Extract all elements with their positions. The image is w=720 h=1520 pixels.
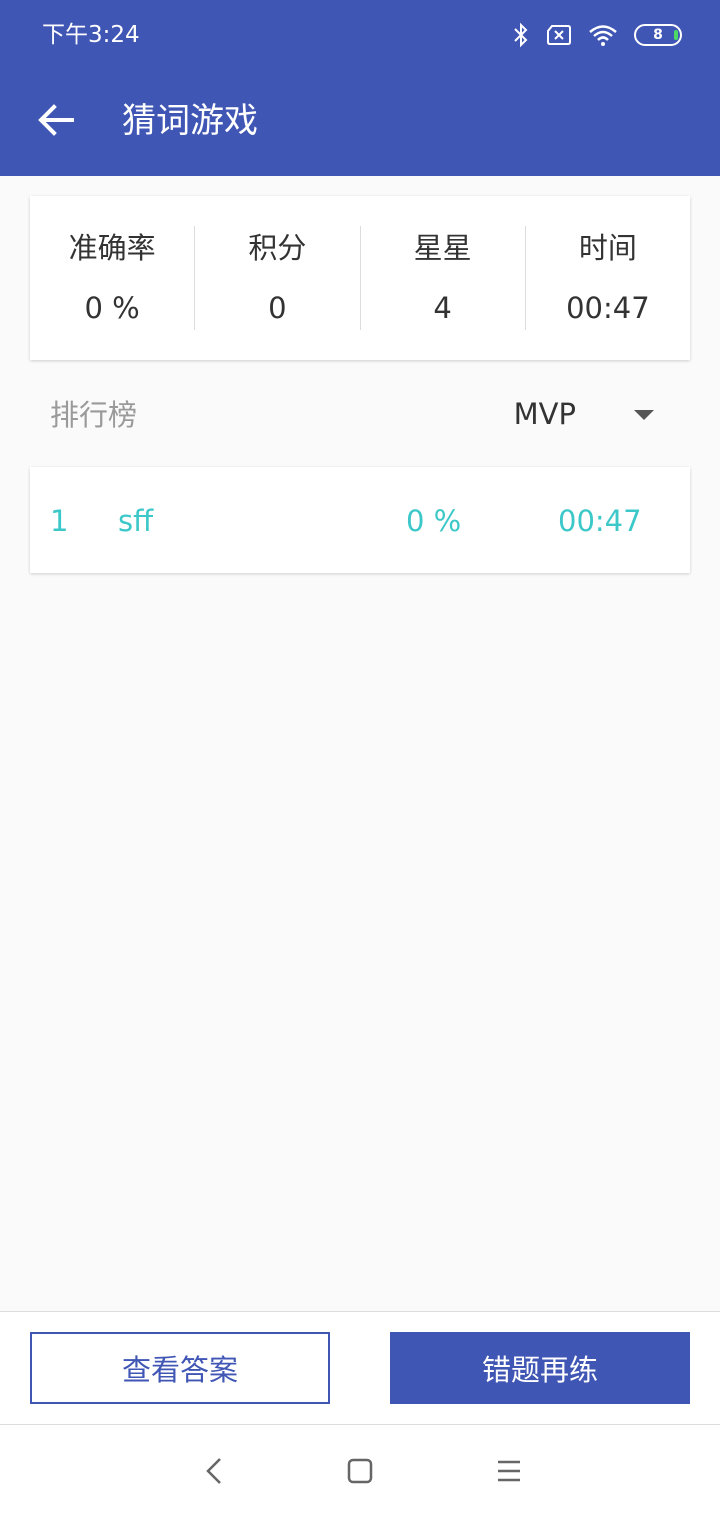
status-time: 下午3:24	[42, 22, 140, 48]
stats-card: 准确率 0 % 积分 0 星星 4 时间 00:47	[30, 196, 690, 360]
leaderboard-title: 排行榜	[50, 398, 138, 432]
bottom-action-bar: 查看答案 错题再练	[0, 1311, 720, 1425]
wifi-icon	[588, 24, 618, 46]
leaderboard-row[interactable]: 1 sff 0 % 00:47	[30, 467, 690, 573]
nav-menu-button[interactable]	[489, 1453, 529, 1493]
stat-value: 00:47	[566, 291, 650, 325]
leaderboard-header: 排行榜 MVP	[30, 384, 690, 446]
nav-menu-icon	[496, 1459, 522, 1487]
caret-down-icon	[634, 405, 654, 424]
stat-value: 0 %	[84, 291, 140, 325]
row-time: 00:47	[558, 504, 642, 538]
stat-label: 积分	[248, 231, 307, 265]
stat-label: 星星	[413, 231, 472, 265]
leaderboard-sort-dropdown[interactable]: MVP	[514, 392, 654, 436]
system-nav-bar	[0, 1425, 720, 1520]
retry-wrong-button[interactable]: 错题再练	[390, 1332, 690, 1404]
battery-icon: 8	[634, 24, 682, 46]
stat-label: 准确率	[68, 231, 156, 265]
battery-level: 8	[653, 27, 663, 43]
back-button[interactable]	[26, 92, 86, 152]
stat-accuracy: 准确率 0 %	[30, 226, 196, 330]
stat-score: 积分 0	[195, 226, 361, 330]
stat-value: 4	[433, 291, 452, 325]
view-answers-button[interactable]: 查看答案	[30, 1332, 330, 1404]
nav-home-icon	[347, 1458, 373, 1488]
status-icons: 8	[512, 20, 682, 50]
stat-label: 时间	[578, 231, 637, 265]
sim-off-icon	[546, 24, 572, 46]
nav-back-button[interactable]	[194, 1453, 234, 1493]
nav-home-button[interactable]	[340, 1453, 380, 1493]
dropdown-selected-value: MVP	[513, 397, 576, 431]
app-bar: 下午3:24 8 猜词游戏	[0, 0, 720, 176]
row-accuracy: 0 %	[406, 504, 462, 538]
row-name: sff	[118, 504, 154, 538]
battery-charge-indicator	[674, 30, 678, 40]
bluetooth-icon	[512, 22, 530, 48]
stat-stars: 星星 4	[361, 226, 526, 330]
stat-value: 0	[268, 291, 287, 325]
page-title: 猜词游戏	[122, 101, 258, 141]
nav-back-icon	[204, 1457, 224, 1489]
stat-time: 时间 00:47	[526, 226, 690, 330]
arrow-left-icon	[38, 104, 74, 140]
row-rank: 1	[50, 504, 69, 538]
